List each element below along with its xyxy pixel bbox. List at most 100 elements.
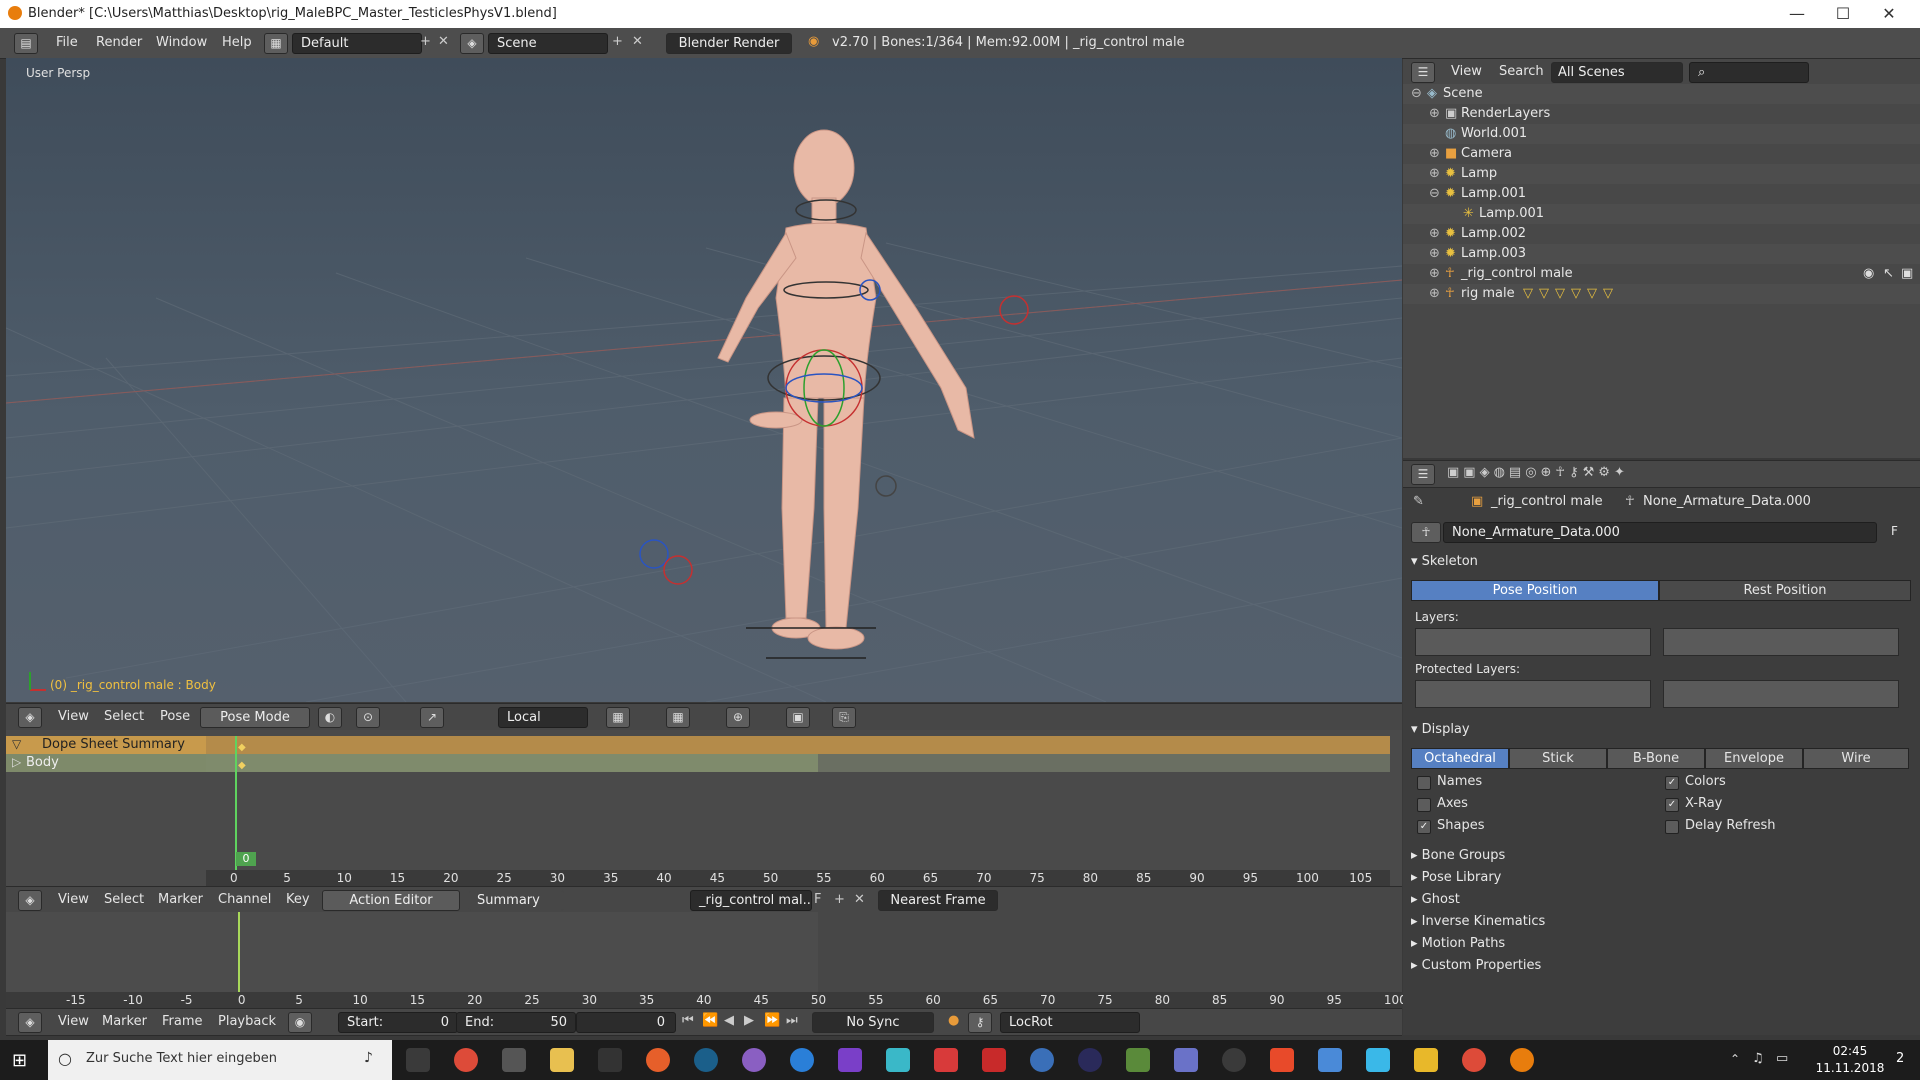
- outliner-search-input[interactable]: ⌕: [1689, 62, 1809, 83]
- outliner-scope-select[interactable]: All Scenes: [1551, 62, 1683, 83]
- ghost-panel[interactable]: ▸ Ghost: [1411, 892, 1460, 907]
- app-icon[interactable]: [1030, 1048, 1054, 1072]
- fake-user-toggle[interactable]: F: [1891, 524, 1898, 538]
- app-icon[interactable]: [1270, 1048, 1294, 1072]
- custom-properties-panel[interactable]: ▸ Custom Properties: [1411, 958, 1541, 973]
- blender-icon[interactable]: [1510, 1048, 1534, 1072]
- channel-body[interactable]: ▷ Body: [6, 754, 206, 772]
- menu-help[interactable]: Help: [222, 35, 252, 50]
- expand-arrow-icon[interactable]: ▽: [12, 737, 21, 751]
- datablock-name-field[interactable]: None_Armature_Data.000: [1443, 522, 1877, 543]
- visibility-eye-icon[interactable]: ◉: [1863, 266, 1874, 281]
- taskview-icon[interactable]: [406, 1048, 430, 1072]
- menu-window[interactable]: Window: [156, 35, 207, 50]
- xray-checkbox[interactable]: ✓: [1665, 798, 1679, 812]
- editor-type-icon[interactable]: ◈: [18, 1012, 42, 1033]
- app-icon[interactable]: [1366, 1048, 1390, 1072]
- uplay-icon[interactable]: [790, 1048, 814, 1072]
- outliner-row-lamp[interactable]: ⊕ ✹ Lamp: [1403, 164, 1920, 184]
- close-button[interactable]: ✕: [1866, 0, 1912, 28]
- keying-set-icon[interactable]: ⚷: [968, 1012, 992, 1033]
- display-stick[interactable]: Stick: [1509, 748, 1607, 769]
- armature-layers-grid[interactable]: [1663, 628, 1899, 656]
- maximize-button[interactable]: ☐: [1820, 0, 1866, 28]
- rest-position-toggle[interactable]: Rest Position: [1659, 580, 1911, 601]
- collapse-icon[interactable]: ⊖: [1411, 86, 1422, 101]
- display-panel-header[interactable]: ▾ Display: [1411, 722, 1470, 737]
- display-wire[interactable]: Wire: [1803, 748, 1909, 769]
- properties-editor[interactable]: ☰ ▣▣◈◍▤◎⊕☥⚷⚒⚙✦ ✎ ▣ _rig_control male ☥ N…: [1403, 460, 1920, 1035]
- shading-icon[interactable]: ◐: [318, 707, 342, 728]
- media-player-icon[interactable]: [1078, 1048, 1102, 1072]
- shapes-checkbox[interactable]: ✓: [1417, 820, 1431, 834]
- editor-type-icon[interactable]: ◈: [18, 890, 42, 911]
- inverse-kinematics-panel[interactable]: ▸ Inverse Kinematics: [1411, 914, 1545, 929]
- skeleton-panel-header[interactable]: ▾ Skeleton: [1411, 554, 1478, 569]
- unlink-action-icon[interactable]: ✕: [854, 892, 865, 907]
- menu-pose[interactable]: Pose: [160, 709, 190, 724]
- menu-render[interactable]: Render: [96, 35, 142, 50]
- render-icon[interactable]: ▣: [786, 707, 810, 728]
- summary-toggle[interactable]: Summary: [468, 890, 564, 911]
- minimize-button[interactable]: —: [1774, 0, 1820, 28]
- start-frame-field[interactable]: Start: 0: [338, 1012, 458, 1033]
- 3d-viewport[interactable]: User Persp (0) _rig_control male : Body: [6, 58, 1402, 702]
- timeline-editor[interactable]: -15 -10 -5 0 5 10 15 20 25 30 35 40 45 50 55 60 65 70 75 80…: [6, 912, 1407, 1008]
- pin-icon[interactable]: ✎: [1413, 494, 1424, 509]
- play-icon[interactable]: ▶: [744, 1013, 754, 1028]
- prev-keyframe-icon[interactable]: ⏪: [702, 1013, 718, 1028]
- menu-view[interactable]: View: [58, 892, 89, 907]
- app-icon[interactable]: [838, 1048, 862, 1072]
- copy-pose-icon[interactable]: ⎘: [832, 707, 856, 728]
- outliner-row-rig-control[interactable]: ⊕ ☥ _rig_control male ◉ ↖ ▣: [1403, 264, 1920, 284]
- sync-select[interactable]: No Sync: [812, 1012, 934, 1033]
- outliner-row-lamp003[interactable]: ⊕ ✹ Lamp.003: [1403, 244, 1920, 264]
- expand-icon[interactable]: ⊕: [1429, 226, 1440, 241]
- chrome-icon[interactable]: [454, 1048, 478, 1072]
- menu-frame[interactable]: Frame: [162, 1014, 203, 1029]
- pivot-icon[interactable]: ⊙: [356, 707, 380, 728]
- editor-type-icon[interactable]: ▤: [14, 33, 38, 54]
- expand-icon[interactable]: ⊕: [1429, 246, 1440, 261]
- explorer-icon[interactable]: [550, 1048, 574, 1072]
- axes-checkbox[interactable]: [1417, 798, 1431, 812]
- editor-type-icon[interactable]: ☰: [1411, 62, 1435, 83]
- tray-chevron-icon[interactable]: ⌃: [1730, 1052, 1740, 1066]
- display-octahedral[interactable]: Octahedral: [1411, 748, 1509, 769]
- app-icon[interactable]: [1318, 1048, 1342, 1072]
- render-engine-select[interactable]: Blender Render: [666, 33, 792, 54]
- outliner-row-rig-male[interactable]: ⊕ ☥ rig male ▽▽▽▽▽▽: [1403, 284, 1920, 304]
- menu-key[interactable]: Key: [286, 892, 310, 907]
- delay-refresh-checkbox[interactable]: [1665, 820, 1679, 834]
- next-keyframe-icon[interactable]: ⏩: [764, 1013, 780, 1028]
- dopesheet-mode-select[interactable]: Action Editor: [322, 890, 460, 911]
- colors-checkbox[interactable]: ✓: [1665, 776, 1679, 790]
- keyframe-diamond-icon[interactable]: ◆: [238, 760, 246, 771]
- minecraft-icon[interactable]: [1126, 1048, 1150, 1072]
- app-icon[interactable]: [742, 1048, 766, 1072]
- bone-groups-panel[interactable]: ▸ Bone Groups: [1411, 848, 1505, 863]
- outliner-row-camera[interactable]: ⊕ ■ Camera: [1403, 144, 1920, 164]
- collapse-icon[interactable]: ⊖: [1429, 186, 1440, 201]
- armature-layers-grid[interactable]: [1415, 628, 1651, 656]
- menu-select[interactable]: Select: [104, 892, 144, 907]
- expand-icon[interactable]: ⊕: [1429, 286, 1440, 301]
- mode-select[interactable]: Pose Mode: [200, 707, 310, 728]
- play-reverse-icon[interactable]: ◀: [724, 1013, 734, 1028]
- steam-icon[interactable]: [694, 1048, 718, 1072]
- add-layout-icon[interactable]: +: [420, 34, 431, 49]
- fake-user-toggle[interactable]: F: [814, 892, 821, 907]
- expand-icon[interactable]: ⊕: [1429, 146, 1440, 161]
- clock-time[interactable]: 02:45: [1820, 1044, 1880, 1058]
- epic-icon[interactable]: [598, 1048, 622, 1072]
- protected-layers-grid[interactable]: [1415, 680, 1651, 708]
- scene-icon[interactable]: ◈: [460, 33, 484, 54]
- motion-paths-panel[interactable]: ▸ Motion Paths: [1411, 936, 1505, 951]
- network-icon[interactable]: ▭: [1776, 1051, 1788, 1066]
- menu-playback[interactable]: Playback: [218, 1014, 276, 1029]
- protected-layers-grid[interactable]: [1663, 680, 1899, 708]
- outliner-row-lamp002[interactable]: ⊕ ✹ Lamp.002: [1403, 224, 1920, 244]
- menu-marker[interactable]: Marker: [158, 892, 203, 907]
- timeline-ruler[interactable]: -15 -10 -5 0 5 10 15 20 25 30 35 40 45 50 55 60 65 70 75 80…: [6, 992, 1407, 1008]
- keying-set-field[interactable]: LocRot: [1000, 1012, 1140, 1033]
